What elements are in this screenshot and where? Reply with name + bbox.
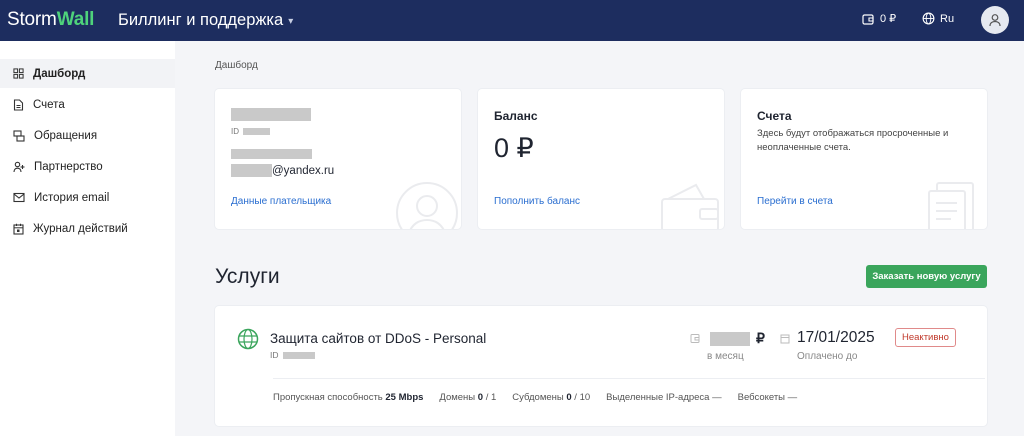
globe-icon	[922, 12, 935, 25]
stat-subdomains: Субдомены 0 / 10	[512, 392, 590, 403]
sidebar-item-label: Обращения	[34, 129, 98, 142]
stormwall-logo[interactable]: StormWall	[7, 9, 94, 31]
stat-suffix: —	[787, 392, 798, 403]
redacted-payer-name	[231, 108, 311, 121]
go-to-invoices-link[interactable]: Перейти в счета	[757, 196, 833, 207]
sidebar-item-label: Дашборд	[33, 67, 86, 80]
order-new-service-button[interactable]: Заказать новую услугу	[866, 265, 987, 288]
user-avatar[interactable]	[981, 6, 1009, 34]
service-card[interactable]: Защита сайтов от DDoS - Personal ID ₽ в …	[215, 306, 987, 426]
sidebar: Дашборд Счета Обращения Партнерство Исто…	[0, 41, 175, 436]
stat-suffix: / 1	[485, 392, 497, 403]
app-title: Биллинг и поддержка	[118, 11, 284, 29]
service-id: ID	[270, 350, 315, 360]
redacted-service-id	[282, 351, 315, 359]
balance-card: Баланс 0 ₽ Пополнить баланс	[478, 89, 724, 229]
balance-amount: 0 ₽	[494, 133, 534, 163]
invoice-document-icon	[928, 182, 974, 229]
service-paid-until: 17/01/2025	[780, 329, 875, 347]
stat-domains: Домены 0 / 1	[439, 392, 496, 403]
redacted-price	[710, 331, 750, 346]
logo-part-2: Wall	[56, 9, 95, 30]
redacted-payer-field	[231, 149, 312, 159]
stat-label: Пропускная способность	[273, 392, 383, 403]
calendar-icon	[780, 334, 790, 343]
payer-id-label: ID	[231, 127, 239, 136]
chat-icon	[13, 129, 25, 142]
sidebar-item-dashboard[interactable]: Дашборд	[0, 59, 175, 88]
sidebar-item-tickets[interactable]: Обращения	[0, 121, 175, 150]
dashboard-icon	[13, 68, 24, 79]
logo-part-1: Storm	[7, 9, 57, 30]
wallet-icon	[661, 183, 719, 229]
sidebar-item-label: Счета	[33, 98, 65, 111]
service-id-label: ID	[270, 350, 279, 360]
calendar-icon	[13, 223, 24, 235]
stat-value: 0	[566, 392, 572, 403]
sidebar-item-invoices[interactable]: Счета	[0, 90, 175, 119]
breadcrumb: Дашборд	[215, 60, 258, 71]
status-badge: Неактивно	[895, 328, 956, 347]
header-balance[interactable]: 0 ₽	[862, 12, 896, 25]
service-stats: Пропускная способность 25 Mbps Домены 0 …	[273, 392, 797, 403]
service-price: ₽	[690, 330, 765, 347]
sidebar-item-email-history[interactable]: История email	[0, 183, 175, 212]
top-header: StormWall Биллинг и поддержка ▾ 0 ₽ Ru	[0, 0, 1024, 41]
sidebar-item-label: Партнерство	[34, 160, 103, 173]
wallet-icon	[690, 334, 700, 343]
language-label: Ru	[940, 12, 955, 25]
redacted-payer-id	[243, 128, 270, 135]
balance-title: Баланс	[494, 109, 538, 123]
sidebar-item-action-log[interactable]: Журнал действий	[0, 214, 175, 243]
payer-card: ID @yandex.ru Данные плательщика	[215, 89, 461, 229]
stat-label: Домены	[439, 392, 476, 403]
stat-bandwidth: Пропускная способность 25 Mbps	[273, 392, 423, 403]
stat-dedicated-ips: Выделенные IP-адреса —	[606, 392, 721, 403]
stat-suffix: / 10	[574, 392, 591, 403]
top-up-balance-link[interactable]: Пополнить баланс	[494, 196, 580, 207]
sidebar-item-label: История email	[34, 191, 110, 204]
price-currency: ₽	[756, 330, 765, 346]
divider	[273, 378, 985, 379]
payer-id: ID	[231, 127, 270, 136]
sidebar-item-partnership[interactable]: Партнерство	[0, 152, 175, 181]
sidebar-item-label: Журнал действий	[33, 222, 128, 235]
invoices-description: Здесь будут отображаться просроченные и …	[757, 128, 949, 153]
payer-email-domain: @yandex.ru	[272, 164, 335, 177]
service-name[interactable]: Защита сайтов от DDoS - Personal	[270, 331, 486, 346]
app-switcher[interactable]: Биллинг и поддержка ▾	[118, 11, 293, 30]
mail-icon	[13, 192, 25, 203]
stat-label: Выделенные IP-адреса	[606, 392, 710, 403]
chevron-down-icon: ▾	[288, 16, 294, 27]
paid-until-date: 17/01/2025	[797, 329, 875, 346]
paid-until-caption: Оплачено до	[797, 351, 858, 362]
wallet-icon	[862, 13, 874, 25]
services-heading: Услуги	[215, 265, 280, 288]
redacted-email-user	[231, 164, 272, 177]
partners-icon	[13, 161, 25, 172]
language-switcher[interactable]: Ru	[922, 12, 954, 25]
stat-websockets: Вебсокеты —	[738, 392, 798, 403]
payer-details-link[interactable]: Данные плательщика	[231, 196, 331, 207]
invoices-title: Счета	[757, 109, 792, 123]
stat-value: 25 Mbps	[385, 392, 424, 403]
price-caption: в месяц	[707, 351, 744, 362]
web-protection-icon	[237, 328, 259, 350]
header-balance-value: 0 ₽	[880, 13, 897, 25]
stat-suffix: —	[712, 392, 722, 403]
user-circle-icon	[396, 182, 458, 229]
document-icon	[13, 98, 24, 111]
stat-label: Вебсокеты	[737, 392, 786, 403]
user-icon	[989, 14, 1001, 27]
stat-value: 0	[477, 392, 484, 403]
invoices-card: Счета Здесь будут отображаться просрочен…	[741, 89, 987, 229]
stat-label: Субдомены	[512, 392, 564, 403]
payer-email: @yandex.ru	[231, 164, 334, 177]
